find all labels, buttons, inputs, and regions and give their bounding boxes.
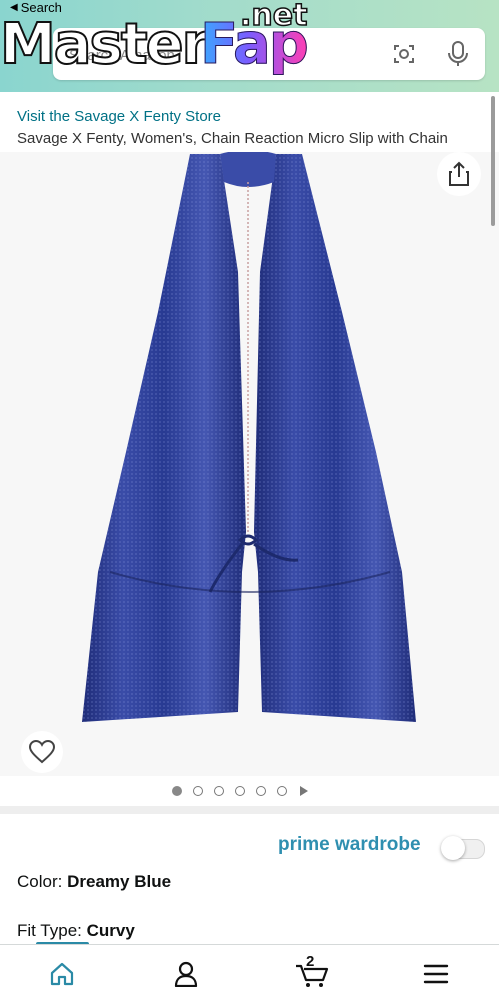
cart-count-badge: 2 bbox=[306, 953, 315, 970]
product-title: Savage X Fenty, Women's, Chain Reaction … bbox=[17, 130, 448, 147]
watermark-logo: Master Fap .net bbox=[0, 0, 310, 90]
product-image[interactable] bbox=[70, 152, 430, 730]
color-value: Dreamy Blue bbox=[67, 872, 172, 891]
prime-wardrobe-label: prime wardrobe bbox=[278, 834, 421, 855]
microphone-icon[interactable] bbox=[446, 40, 470, 68]
nav-account[interactable] bbox=[166, 957, 206, 991]
fit-type-label: Fit Type: bbox=[17, 921, 82, 940]
color-option: Color: Dreamy Blue bbox=[17, 872, 171, 892]
image-dot-6[interactable] bbox=[277, 786, 287, 796]
store-link[interactable]: Visit the Savage X Fenty Store bbox=[17, 108, 221, 125]
page-scrollbar[interactable] bbox=[491, 96, 495, 226]
nav-menu[interactable] bbox=[416, 957, 456, 991]
share-button[interactable] bbox=[437, 152, 481, 196]
account-icon bbox=[174, 961, 198, 987]
bottom-navigation: 2 bbox=[0, 944, 499, 1001]
heart-icon bbox=[29, 740, 55, 764]
image-dot-5[interactable] bbox=[256, 786, 266, 796]
camera-scan-icon[interactable] bbox=[392, 42, 416, 66]
image-pagination bbox=[172, 784, 308, 798]
image-dot-3[interactable] bbox=[214, 786, 224, 796]
section-divider bbox=[0, 806, 499, 814]
nav-cart[interactable]: 2 bbox=[292, 953, 332, 991]
fit-type-option: Fit Type: Curvy bbox=[17, 921, 135, 941]
video-play-icon[interactable] bbox=[300, 786, 308, 796]
color-label: Color: bbox=[17, 872, 63, 891]
nav-home[interactable] bbox=[42, 957, 82, 991]
watermark-part-3: .net bbox=[239, 0, 308, 34]
product-image-gallery[interactable] bbox=[0, 152, 499, 776]
toggle-knob bbox=[441, 836, 465, 860]
add-to-wishlist-button[interactable] bbox=[21, 731, 63, 773]
menu-icon bbox=[423, 964, 449, 984]
fit-type-value: Curvy bbox=[86, 921, 135, 940]
home-icon bbox=[50, 962, 74, 986]
watermark-part-1: Master bbox=[0, 11, 210, 78]
image-dot-2[interactable] bbox=[193, 786, 203, 796]
image-dot-1[interactable] bbox=[172, 786, 182, 796]
share-icon bbox=[449, 161, 469, 186]
top-header: ◀ Search Master Fap .net bbox=[0, 0, 499, 92]
prime-wardrobe-toggle[interactable] bbox=[441, 836, 485, 860]
image-dot-4[interactable] bbox=[235, 786, 245, 796]
